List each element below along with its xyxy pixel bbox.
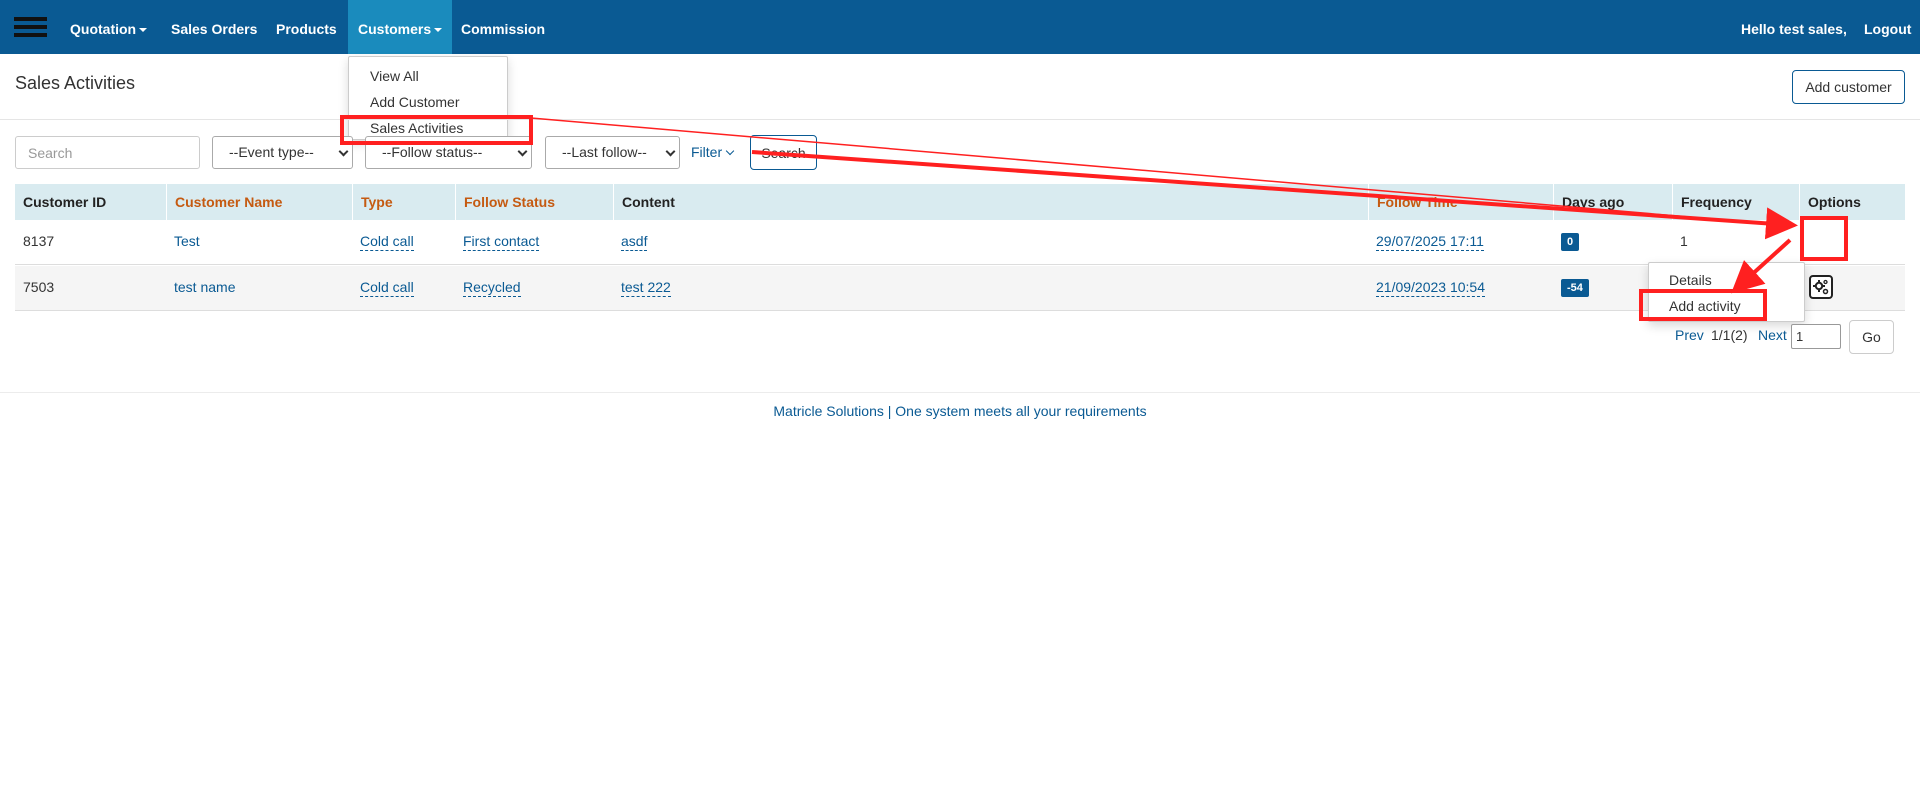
logout-link[interactable]: Logout: [1864, 0, 1911, 54]
go-button[interactable]: Go: [1849, 320, 1894, 354]
nav-commission[interactable]: Commission: [461, 0, 545, 54]
last-follow-select[interactable]: --Last follow--: [545, 136, 680, 169]
menu-item-view-all[interactable]: View All: [349, 68, 507, 84]
add-customer-button[interactable]: Add customer: [1792, 70, 1905, 104]
col-header-customer-id[interactable]: Customer ID: [15, 184, 106, 220]
filter-toggle-link[interactable]: Filter: [691, 144, 735, 160]
cell-follow-time[interactable]: 29/07/2025 17:11: [1368, 220, 1484, 265]
event-type-select[interactable]: --Event type--: [212, 136, 353, 169]
cell-follow-status[interactable]: First contact: [455, 220, 540, 265]
col-header-follow-time[interactable]: Follow Time: [1368, 184, 1458, 220]
option-add-activity[interactable]: Add activity: [1669, 298, 1741, 314]
options-gear-button[interactable]: [1809, 275, 1833, 299]
pager-prev[interactable]: Prev: [1675, 327, 1704, 343]
follow-status-select[interactable]: --Follow status--: [365, 136, 532, 169]
col-header-days-ago[interactable]: Days ago: [1553, 184, 1624, 220]
col-header-frequency[interactable]: Frequency: [1672, 184, 1752, 220]
cell-content[interactable]: test 222: [613, 266, 671, 311]
caret-down-icon: [434, 28, 443, 33]
caret-down-icon: [139, 28, 148, 33]
pager-next[interactable]: Next: [1758, 327, 1787, 343]
nav-quotation[interactable]: Quotation: [70, 0, 148, 54]
col-header-type[interactable]: Type: [352, 184, 393, 220]
nav-customers[interactable]: Customers: [348, 0, 453, 54]
nav-products[interactable]: Products: [276, 0, 337, 54]
customers-dropdown-menu: View All Add Customer Sales Activities: [348, 56, 508, 140]
search-input[interactable]: [15, 136, 200, 169]
cell-content[interactable]: asdf: [613, 220, 648, 265]
col-header-content[interactable]: Content: [613, 184, 675, 220]
option-details[interactable]: Details: [1669, 272, 1712, 288]
pager-info: 1/1(2): [1711, 327, 1748, 343]
select-arrow-icon: [338, 146, 349, 157]
cell-frequency: 1: [1680, 233, 1688, 249]
cell-customer-id: 8137: [23, 233, 55, 249]
select-arrow-icon: [517, 146, 528, 157]
cell-customer-name[interactable]: Test: [166, 220, 200, 265]
col-header-follow-status[interactable]: Follow Status: [455, 184, 555, 220]
days-ago-badge: -54: [1561, 279, 1589, 298]
col-header-options: Options: [1799, 184, 1861, 220]
footer-divider: [0, 392, 1920, 393]
search-button[interactable]: Search: [750, 135, 817, 170]
hamburger-menu-icon[interactable]: [14, 17, 47, 39]
col-header-customer-name[interactable]: Customer Name: [166, 184, 282, 220]
cell-customer-id: 7503: [23, 279, 55, 295]
table-header: Customer ID Customer Name Type Follow St…: [15, 184, 1905, 220]
table-row: 7503 test name Cold call Recycled test 2…: [15, 266, 1905, 311]
menu-item-add-customer[interactable]: Add Customer: [349, 94, 507, 110]
cell-type[interactable]: Cold call: [352, 266, 414, 311]
page-title: Sales Activities: [15, 73, 136, 93]
page-number-input[interactable]: [1791, 324, 1841, 349]
top-navbar: Quotation Sales Orders Products Customer…: [0, 0, 1920, 54]
footer-text: Matricle Solutions | One system meets al…: [773, 403, 1147, 419]
greeting-text: Hello test sales,: [1741, 21, 1847, 37]
table-row: 8137 Test Cold call First contact asdf 2…: [15, 220, 1905, 292]
cell-follow-status[interactable]: Recycled: [455, 266, 521, 311]
days-ago-badge: 0: [1561, 233, 1580, 252]
row-options-dropdown: Details Add activity: [1648, 262, 1805, 322]
cell-days-ago: 0: [1553, 220, 1580, 265]
cell-type[interactable]: Cold call: [352, 220, 414, 265]
cell-follow-time[interactable]: 21/09/2023 10:54: [1368, 266, 1485, 311]
select-arrow-icon: [665, 146, 676, 157]
menu-item-sales-activities[interactable]: Sales Activities: [349, 120, 507, 136]
header-divider: [0, 119, 1920, 120]
nav-sales-orders[interactable]: Sales Orders: [171, 0, 257, 54]
cell-days-ago: -54: [1553, 266, 1589, 311]
cell-customer-name[interactable]: test name: [166, 266, 235, 311]
chevron-down-icon: [725, 146, 735, 156]
gears-icon: [1813, 279, 1829, 295]
